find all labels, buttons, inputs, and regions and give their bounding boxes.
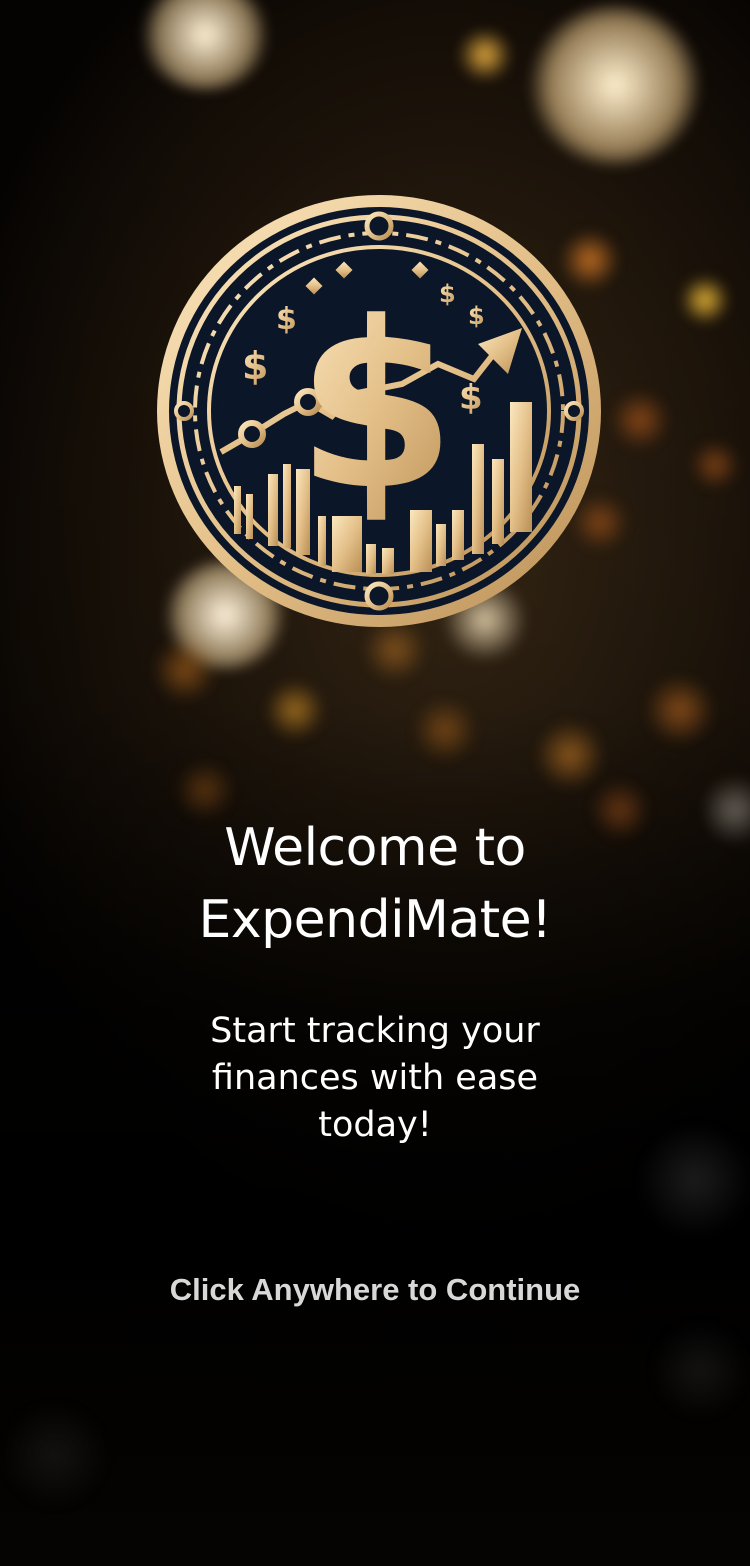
svg-text:$: $ — [468, 302, 485, 330]
tagline-line-1: Start tracking your — [210, 1011, 540, 1051]
welcome-line-2: ExpendiMate! — [198, 890, 553, 950]
tagline: Start tracking your finances with ease t… — [0, 1008, 750, 1149]
tagline-line-3: today! — [318, 1105, 432, 1145]
svg-text:$: $ — [459, 378, 483, 418]
svg-text:$: $ — [296, 274, 456, 541]
welcome-line-1: Welcome to — [224, 818, 526, 878]
splash-screen[interactable]: $ $ $ $ $ $ Welcome to ExpendiMate! Star… — [0, 0, 750, 1566]
tagline-line-2: finances with ease — [211, 1058, 539, 1098]
dollar-growth-coin-icon: $ $ $ $ $ $ — [157, 195, 601, 627]
continue-prompt[interactable]: Click Anywhere to Continue — [0, 1270, 750, 1310]
app-logo: $ $ $ $ $ $ — [156, 194, 602, 628]
welcome-heading: Welcome to ExpendiMate! — [0, 812, 750, 956]
svg-text:$: $ — [439, 280, 456, 308]
svg-text:$: $ — [242, 344, 268, 388]
svg-text:$: $ — [276, 302, 297, 337]
